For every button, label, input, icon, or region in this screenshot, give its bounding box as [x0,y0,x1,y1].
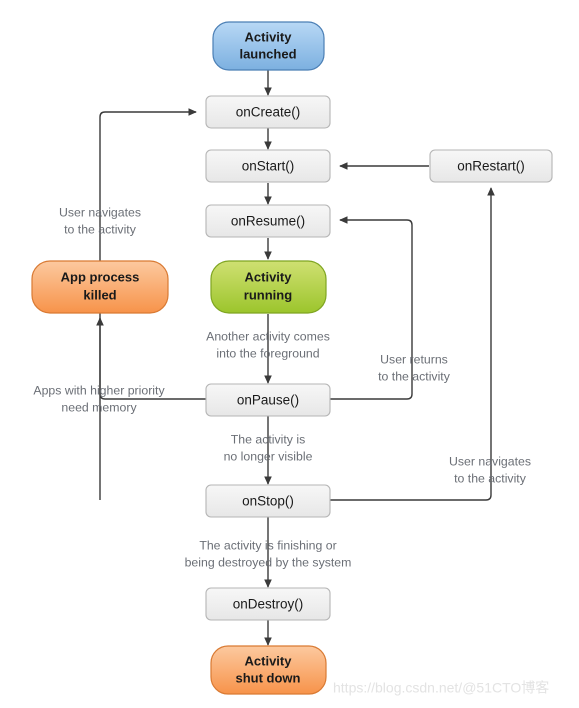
edge-label-user-navigates-right-line1: User navigates [449,454,531,468]
node-onresume[interactable]: onResume() [205,204,331,238]
watermark-text: https://blog.csdn.net/@51CTO博客 [333,680,549,696]
node-ondestroy-label: onDestroy() [233,597,304,612]
edge-label-apps-higher-priority-line2: need memory [61,400,137,414]
edge-label-another-activity-line1: Another activity comes [206,329,330,343]
node-onstart[interactable]: onStart() [205,149,331,183]
edge-label-no-longer-visible-line1: The activity is [231,432,305,446]
edge-label-user-navigates-right-line2: to the activity [454,471,527,485]
edge-label-user-navigates-left-line2: to the activity [64,222,137,236]
edge-label-another-activity-line2: into the foreground [216,346,319,360]
node-onpause[interactable]: onPause() [205,383,331,417]
activity-lifecycle-diagram: Activity launched onCreate() onStart() o… [0,0,579,708]
node-app-process-killed[interactable]: App process killed [31,260,169,314]
lifecycle-flow-svg: Activity launched onCreate() onStart() o… [31,21,553,696]
node-ondestroy[interactable]: onDestroy() [205,587,331,621]
node-activity-launched[interactable]: Activity launched [212,21,325,71]
node-onrestart-label: onRestart() [457,159,525,174]
node-onresume-label: onResume() [231,214,305,229]
node-onrestart[interactable]: onRestart() [429,149,553,183]
edge-label-user-returns-line2: to the activity [378,369,451,383]
node-activity-launched-line2: launched [239,46,296,61]
edge-label-finishing-or-destroyed-line2: being destroyed by the system [185,555,352,569]
node-onpause-label: onPause() [237,393,299,408]
edge-label-user-navigates-right: User navigates to the activity [449,454,531,485]
node-activity-launched-line1: Activity [245,29,293,44]
node-onstop-label: onStop() [242,494,294,509]
edge-label-finishing-or-destroyed-line1: The activity is finishing or [199,538,336,552]
node-oncreate[interactable]: onCreate() [205,95,331,129]
edge-label-user-returns: User returns to the activity [378,352,451,383]
edge-label-no-longer-visible-line2: no longer visible [224,449,313,463]
node-activity-running-line2: running [244,287,292,302]
node-activity-running[interactable]: Activity running [210,260,327,314]
edge-label-user-returns-line1: User returns [380,352,448,366]
node-app-process-killed-line1: App process [61,269,140,284]
edge-label-user-navigates-left-line1: User navigates [59,205,141,219]
node-activity-shut-down-line1: Activity [245,653,293,668]
node-app-process-killed-line2: killed [83,287,116,302]
node-activity-shut-down-line2: shut down [236,670,301,685]
node-onstop[interactable]: onStop() [205,484,331,518]
node-oncreate-label: onCreate() [236,105,301,120]
node-activity-running-line1: Activity [245,269,293,284]
node-activity-shut-down[interactable]: Activity shut down [210,645,327,695]
node-onstart-label: onStart() [242,159,295,174]
edge-onstop-to-onrestart [330,187,495,501]
edge-label-apps-higher-priority-line1: Apps with higher priority [33,383,165,397]
